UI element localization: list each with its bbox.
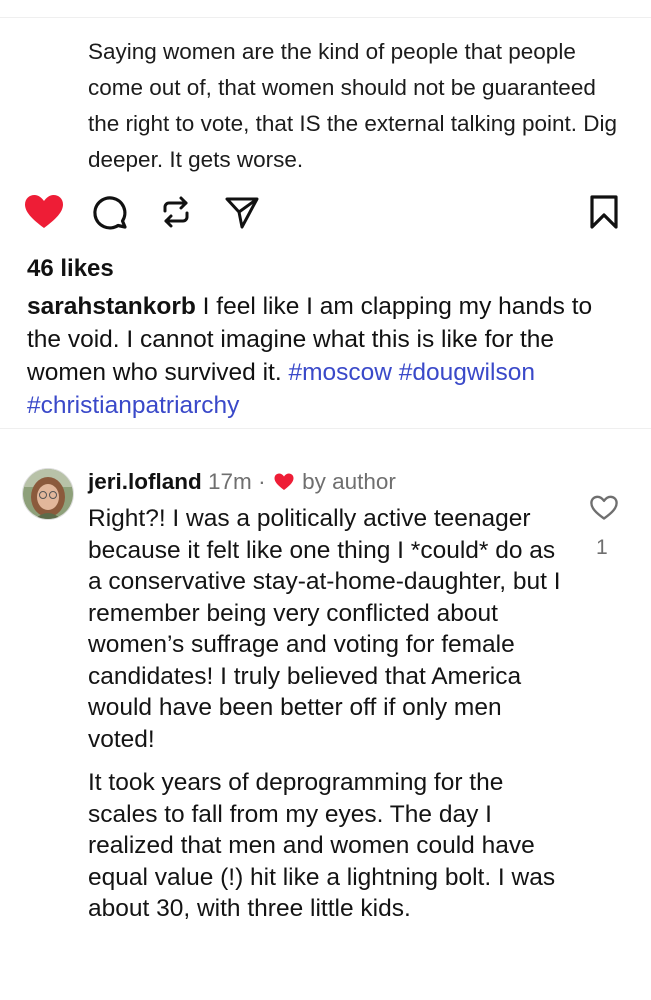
comment-button[interactable] [88,190,132,234]
avatar-image [23,469,73,519]
comment-username[interactable]: jeri.lofland [88,469,202,494]
post-action-bar [0,190,651,236]
heart-outline-icon [590,495,618,520]
hashtag-link[interactable]: #dougwilson [399,359,535,386]
separator-dot: · [258,469,266,494]
comment-paragraph: It took years of deprogramming for the s… [88,769,556,922]
post-caption: sarahstankorb I feel like I am clapping … [27,290,632,422]
caption-username[interactable]: sarahstankorb [27,293,196,320]
comment-header: jeri.lofland 17m · by author [88,466,396,500]
comments-divider [0,428,651,429]
repost-button[interactable] [154,190,198,234]
save-button[interactable] [582,190,626,234]
likes-count[interactable]: 46 likes [27,253,114,285]
post-slide-text: Saying women are the kind of people that… [88,39,618,172]
author-heart-icon [274,468,294,500]
share-button[interactable] [220,190,264,234]
like-button[interactable] [22,190,66,234]
comment-like-count: 1 [596,536,608,559]
avatar[interactable] [22,468,74,520]
comment-body: Right?! I was a politically active teena… [88,503,568,937]
comment-like-button[interactable] [586,490,622,526]
comment-timestamp: 17m [208,469,252,494]
liked-by-author-label: by author [302,469,396,494]
comment-bubble-icon [93,196,127,230]
top-divider [0,17,651,18]
comment-paragraph: Right?! I was a politically active teena… [88,505,561,753]
send-icon [225,197,259,229]
hashtag-link[interactable]: #christianpatriarchy [27,392,239,419]
repost-icon [163,196,189,228]
bookmark-icon [590,195,618,229]
hashtag-link[interactable]: #moscow [288,359,391,386]
heart-filled-icon [25,195,63,228]
